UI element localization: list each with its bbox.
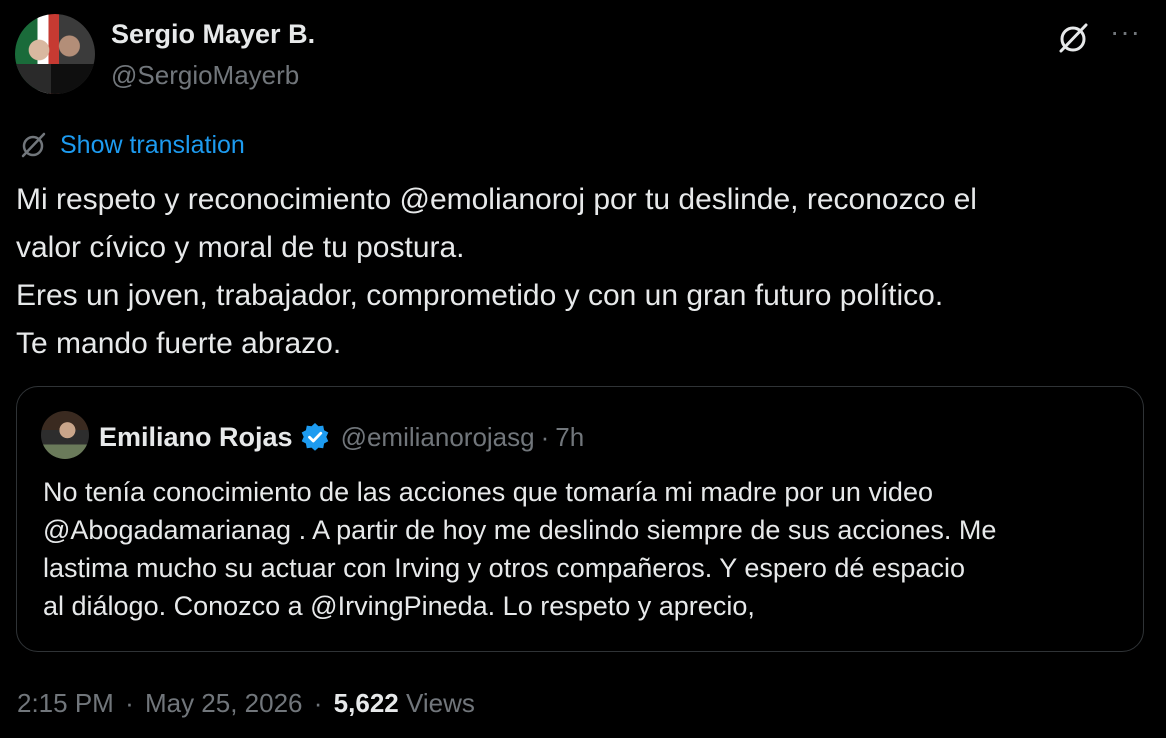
tweet-date[interactable]: May 25, 2026: [145, 688, 303, 718]
quoted-line: No tenía conocimiento de las acciones qu…: [43, 477, 933, 507]
tweet-line: valor cívico y moral de tu postura.: [16, 231, 465, 264]
quoted-author-name[interactable]: Emiliano Rojas: [99, 422, 293, 453]
tweet-line: Mi respeto y reconocimiento @emolianoroj…: [16, 183, 977, 216]
views-count[interactable]: 5,622: [334, 688, 399, 718]
quoted-author-handle[interactable]: @emilianorojasg: [341, 422, 535, 453]
tweet-line: Te mando fuerte abrazo.: [16, 327, 342, 360]
more-icon[interactable]: ···: [1110, 18, 1141, 46]
quoted-tweet-header: Emiliano Rojas @emilianorojasg · 7h: [99, 421, 584, 453]
quoted-tweet-text: No tenía conocimiento de las acciones qu…: [43, 473, 1133, 625]
tweet-time[interactable]: 2:15 PM: [17, 688, 114, 718]
author-avatar[interactable]: [15, 14, 95, 94]
show-translation-link[interactable]: Show translation: [60, 131, 245, 160]
meta-separator: ·: [313, 688, 323, 718]
meta-separator: ·: [540, 421, 550, 452]
author-name[interactable]: Sergio Mayer B.: [111, 19, 315, 50]
tweet-text: Mi respeto y reconocimiento @emolianoroj…: [16, 176, 1151, 368]
quoted-line: al diálogo. Conozco a @IrvingPineda. Lo …: [43, 591, 755, 621]
author-handle[interactable]: @SergioMayerb: [111, 60, 299, 91]
quoted-author-avatar[interactable]: [41, 411, 89, 459]
tweet-footer: 2:15 PM · May 25, 2026 · 5,622 Views: [17, 688, 475, 719]
translate-icon: [21, 132, 46, 158]
show-translation-row[interactable]: Show translation: [18, 130, 245, 160]
views-label: Views: [405, 688, 475, 718]
tweet-line: Eres un joven, trabajador, comprometido …: [16, 279, 944, 312]
grok-icon[interactable]: [1055, 20, 1091, 56]
quoted-line: lastima mucho su actuar con Irving y otr…: [43, 553, 965, 583]
quoted-tweet[interactable]: Emiliano Rojas @emilianorojasg · 7h No t…: [16, 386, 1144, 652]
quoted-line: @Abogadamarianag . A partir de hoy me de…: [43, 515, 997, 545]
meta-separator: ·: [125, 688, 134, 718]
verified-badge-icon: [301, 423, 328, 451]
quoted-tweet-age[interactable]: 7h: [555, 422, 584, 453]
